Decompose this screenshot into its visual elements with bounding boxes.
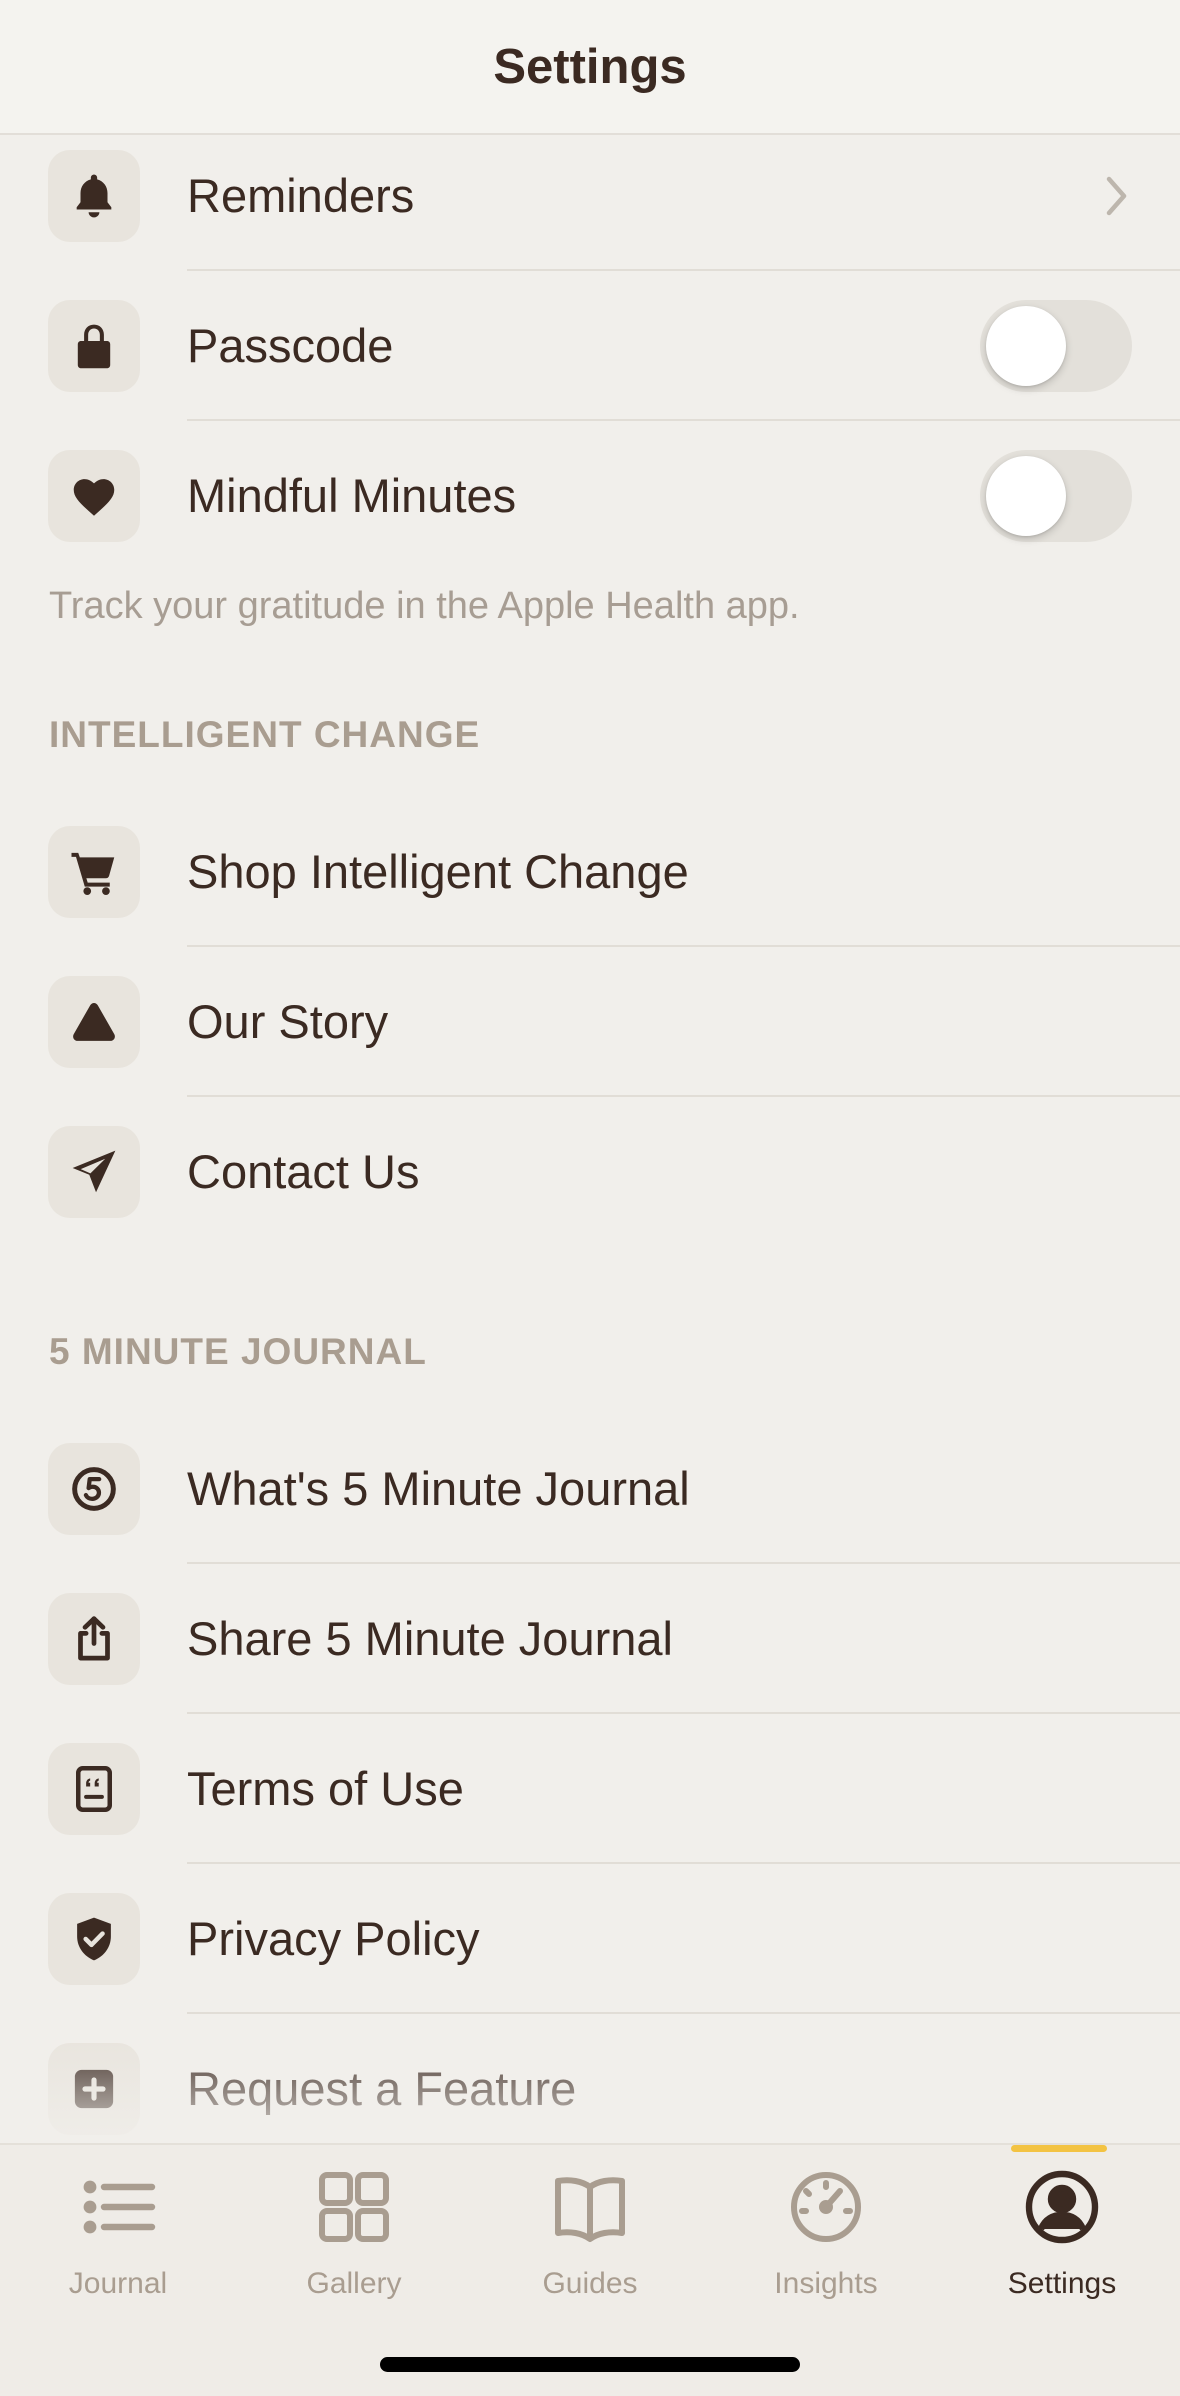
grid-icon — [319, 2172, 389, 2242]
document-quote-icon — [48, 1743, 140, 1835]
shield-check-icon — [48, 1893, 140, 1985]
row-label: Request a Feature — [187, 2062, 577, 2115]
tab-label: Guides — [542, 2267, 638, 2300]
bell-icon — [48, 150, 140, 242]
row-passcode[interactable]: Passcode — [0, 271, 1180, 421]
row-label: Shop Intelligent Change — [187, 845, 689, 898]
row-mindful-minutes[interactable]: Mindful Minutes — [0, 421, 1180, 571]
row-terms-of-use[interactable]: Terms of Use — [0, 1714, 1180, 1864]
tab-label: Insights — [774, 2267, 878, 2300]
row-label: Contact Us — [187, 1145, 420, 1198]
plus-square-icon — [48, 2043, 140, 2135]
tab-guides[interactable]: Guides — [472, 2145, 708, 2325]
row-label: Share 5 Minute Journal — [187, 1612, 673, 1665]
active-tab-indicator — [1011, 2145, 1107, 2152]
tab-settings[interactable]: Settings — [944, 2145, 1180, 2325]
book-icon — [555, 2177, 625, 2242]
tab-journal[interactable]: Journal — [0, 2145, 236, 2325]
home-indicator — [380, 2357, 800, 2372]
row-label: What's 5 Minute Journal — [187, 1462, 690, 1515]
section-title-intelligent-change: INTELLIGENT CHANGE — [49, 714, 481, 755]
nav-bar: Settings — [0, 0, 1180, 135]
tab-label: Journal — [68, 2267, 168, 2300]
row-label: Privacy Policy — [187, 1912, 480, 1965]
tab-gallery[interactable]: Gallery — [236, 2145, 472, 2325]
tab-label: Gallery — [306, 2267, 402, 2300]
settings-screen: Settings Reminders Passcode Mindful Minu… — [0, 0, 1180, 2396]
triangle-logo-icon — [48, 976, 140, 1068]
row-share-5mj[interactable]: Share 5 Minute Journal — [0, 1564, 1180, 1714]
row-privacy-policy[interactable]: Privacy Policy — [0, 1864, 1180, 2014]
gauge-icon — [791, 2172, 861, 2242]
row-our-story[interactable]: Our Story — [0, 947, 1180, 1097]
share-icon — [48, 1593, 140, 1685]
row-label: Reminders — [187, 169, 415, 222]
lock-icon — [48, 300, 140, 392]
row-whats-5mj[interactable]: What's 5 Minute Journal — [0, 1414, 1180, 1564]
chevron-right-icon — [1106, 176, 1127, 216]
list-icon — [83, 2180, 156, 2234]
five-circle-icon — [48, 1443, 140, 1535]
row-request-feature[interactable]: Request a Feature — [0, 2014, 1180, 2143]
toggle-knob — [986, 306, 1066, 386]
row-label: Our Story — [187, 995, 389, 1048]
paper-plane-icon — [48, 1126, 140, 1218]
toggle-knob — [986, 456, 1066, 536]
section-title-5-minute-journal: 5 MINUTE JOURNAL — [49, 1331, 427, 1372]
row-shop[interactable]: Shop Intelligent Change — [0, 797, 1180, 947]
row-reminders[interactable]: Reminders — [0, 133, 1180, 271]
tab-insights[interactable]: Insights — [708, 2145, 944, 2325]
row-label: Passcode — [187, 319, 394, 372]
settings-list[interactable]: Reminders Passcode Mindful Minutes Track… — [0, 133, 1180, 2143]
health-footnote: Track your gratitude in the Apple Health… — [49, 585, 800, 627]
row-label: Terms of Use — [187, 1762, 464, 1815]
cart-icon — [48, 826, 140, 918]
row-contact-us[interactable]: Contact Us — [0, 1097, 1180, 1247]
page-title: Settings — [493, 39, 687, 94]
row-label: Mindful Minutes — [187, 469, 517, 522]
passcode-toggle[interactable] — [980, 300, 1132, 392]
person-circle-icon — [1025, 2170, 1099, 2244]
tab-label: Settings — [1007, 2267, 1117, 2300]
heart-icon — [48, 450, 140, 542]
mindful-minutes-toggle[interactable] — [980, 450, 1132, 542]
